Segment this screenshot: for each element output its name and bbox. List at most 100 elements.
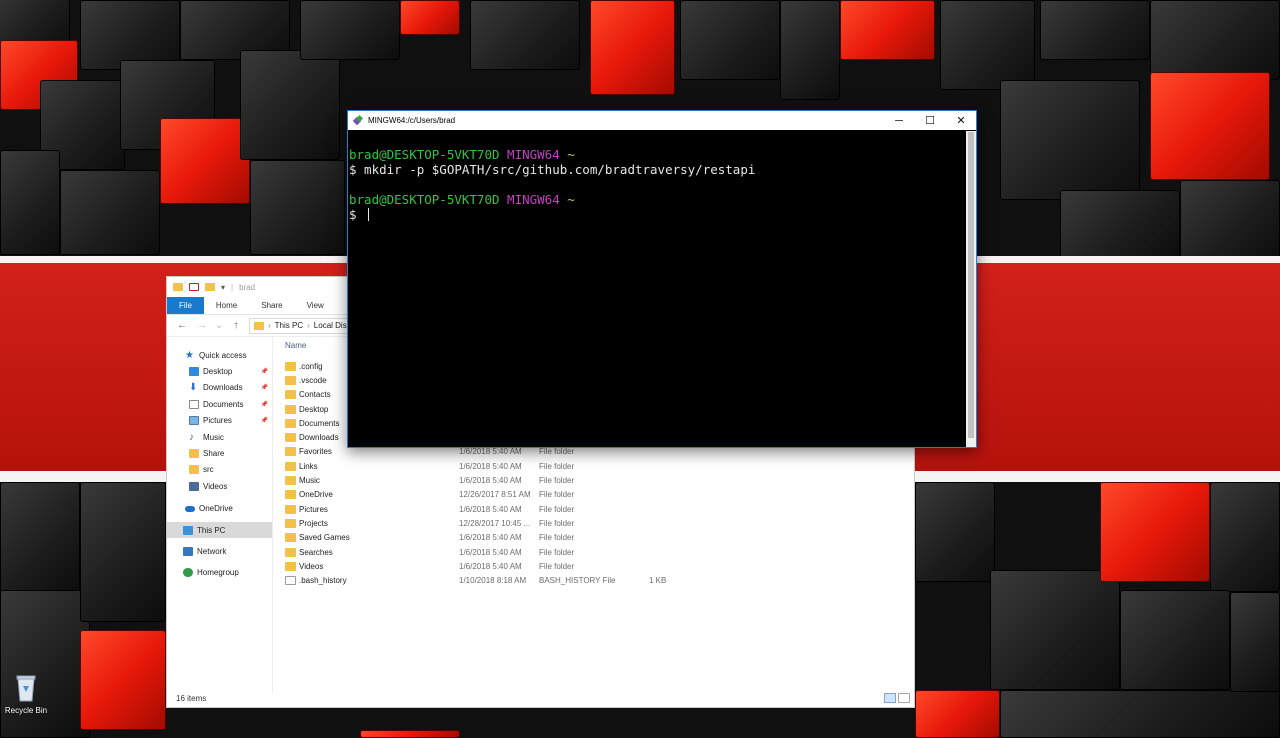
- file-name: Saved Games: [299, 533, 350, 543]
- sidebar-item-videos[interactable]: Videos: [167, 478, 272, 494]
- sidebar-item-homegroup[interactable]: Homegroup: [167, 565, 272, 581]
- file-date: 12/28/2017 10:45 ...: [459, 518, 531, 528]
- back-arrow-icon[interactable]: ←: [175, 320, 189, 331]
- file-date: 1/10/2018 8:18 AM: [459, 576, 527, 586]
- pc-icon: [183, 525, 193, 535]
- file-icon: [285, 576, 296, 586]
- sidebar-item-label: This PC: [197, 525, 226, 535]
- sidebar-item-desktop[interactable]: Desktop 📌: [167, 363, 272, 379]
- table-row[interactable]: .bash_history 1/10/2018 8:18 AM BASH_HISTO…: [273, 574, 914, 588]
- pin-icon: 📌: [260, 369, 268, 376]
- tab-home[interactable]: Home: [204, 297, 249, 314]
- status-bar: 16 items: [167, 689, 914, 707]
- large-icons-view-icon[interactable]: [898, 693, 910, 703]
- table-row[interactable]: Links 1/6/2018 5:40 AM File folder: [273, 459, 914, 473]
- file-date: 1/6/2018 5:40 AM: [459, 547, 522, 557]
- file-type: File folder: [539, 561, 575, 571]
- file-date: 1/6/2018 5:40 AM: [459, 461, 522, 471]
- table-row[interactable]: OneDrive 12/26/2017 8:51 AM File folder: [273, 488, 914, 502]
- sidebar-item-onedrive[interactable]: OneDrive: [167, 501, 272, 517]
- file-name: OneDrive: [299, 490, 333, 500]
- prompt-user: brad@DESKTOP-5VKT70D: [349, 147, 500, 162]
- column-header-name[interactable]: Name: [285, 341, 306, 350]
- table-row[interactable]: Videos 1/6/2018 5:40 AM File folder: [273, 559, 914, 573]
- close-icon[interactable]: ✕: [946, 111, 976, 130]
- homegroup-icon: [183, 568, 193, 578]
- forward-arrow-icon[interactable]: →: [195, 320, 209, 331]
- sidebar-item-share[interactable]: Share: [167, 445, 272, 461]
- folder-icon: [285, 547, 296, 557]
- terminal-titlebar[interactable]: MINGW64:/c/Users/brad ─ ☐ ✕: [348, 111, 976, 130]
- recycle-bin-icon: [15, 674, 37, 702]
- sidebar-item-music[interactable]: ♪ Music: [167, 429, 272, 445]
- details-view-icon[interactable]: [884, 693, 896, 703]
- recycle-bin-label: Recycle Bin: [4, 706, 48, 715]
- folder-icon: [189, 465, 199, 475]
- folder-icon: [285, 533, 296, 543]
- sidebar-item-quick-access[interactable]: ★ Quick access: [167, 347, 272, 363]
- text-cursor: [368, 208, 370, 221]
- command-line: $ mkdir -p $GOPATH/src/github.com/bradtr…: [349, 162, 756, 177]
- table-row[interactable]: Pictures 1/6/2018 5:40 AM File folder: [273, 502, 914, 516]
- folder-icon: [285, 404, 296, 414]
- table-row[interactable]: Saved Games 1/6/2018 5:40 AM File folder: [273, 531, 914, 545]
- videos-icon: [189, 481, 199, 491]
- file-date: 12/26/2017 8:51 AM: [459, 490, 531, 500]
- terminal-output[interactable]: brad@DESKTOP-5VKT70D MINGW64 ~ $ mkdir -p…: [348, 131, 966, 447]
- prompt-line: brad@DESKTOP-5VKT70D MINGW64 ~: [349, 147, 965, 162]
- folder-icon: [285, 418, 296, 428]
- recent-chevron-icon[interactable]: ⌄: [215, 320, 223, 331]
- sidebar-item-label: OneDrive: [199, 504, 233, 514]
- sidebar-item-label: Documents: [203, 399, 244, 409]
- navigation-pane: ★ Quick access Desktop 📌 ⬇ Downloads 📌 Document…: [167, 337, 273, 693]
- sidebar-item-label: Desktop: [203, 367, 233, 377]
- folder-icon: [285, 433, 296, 443]
- properties-icon[interactable]: [189, 283, 199, 291]
- file-name: .bash_history: [299, 576, 347, 586]
- sidebar-item-this-pc[interactable]: This PC: [167, 521, 272, 539]
- document-icon: [189, 399, 199, 409]
- sidebar-item-pictures[interactable]: Pictures 📌: [167, 413, 272, 429]
- mingw-app-icon: [354, 116, 364, 126]
- input-line[interactable]: $: [349, 207, 965, 222]
- sidebar-item-network[interactable]: Network: [167, 543, 272, 559]
- recycle-bin-shortcut[interactable]: Recycle Bin: [2, 674, 50, 715]
- command-prompt: $: [349, 207, 365, 222]
- file-date: 1/6/2018 5:40 AM: [459, 476, 522, 486]
- file-date: 1/6/2018 5:40 AM: [459, 504, 522, 514]
- sidebar-item-label: Pictures: [203, 416, 232, 426]
- qat-dropdown-icon[interactable]: ▾: [221, 283, 225, 292]
- tab-view[interactable]: View: [295, 297, 336, 314]
- file-type: File folder: [539, 533, 575, 543]
- onedrive-icon: [185, 505, 195, 512]
- tab-share[interactable]: Share: [249, 297, 294, 314]
- breadcrumb-this-pc[interactable]: This PC: [275, 321, 303, 330]
- pin-icon: 📌: [260, 401, 268, 408]
- scrollbar-thumb[interactable]: [968, 132, 974, 438]
- minimize-icon[interactable]: ─: [884, 111, 914, 130]
- prompt-env: MINGW64: [507, 192, 560, 207]
- file-name: Favorites: [299, 447, 332, 457]
- up-arrow-icon[interactable]: ↑: [229, 320, 243, 331]
- tab-file[interactable]: File: [167, 297, 204, 314]
- sidebar-item-documents[interactable]: Documents 📌: [167, 396, 272, 412]
- folder-icon: [254, 321, 264, 330]
- table-row[interactable]: Searches 1/6/2018 5:40 AM File folder: [273, 545, 914, 559]
- new-folder-icon[interactable]: [205, 283, 215, 291]
- maximize-icon[interactable]: ☐: [915, 111, 945, 130]
- folder-icon: [285, 561, 296, 571]
- terminal-scrollbar[interactable]: [966, 131, 976, 447]
- network-icon: [183, 546, 193, 556]
- mingw-terminal-window: MINGW64:/c/Users/brad ─ ☐ ✕ brad@DESKTOP…: [347, 110, 977, 448]
- star-icon: ★: [185, 349, 194, 361]
- file-type: File folder: [539, 490, 575, 500]
- sidebar-item-src[interactable]: src: [167, 462, 272, 478]
- file-name: Documents: [299, 418, 340, 428]
- file-name: Music: [299, 476, 320, 486]
- table-row[interactable]: Music 1/6/2018 5:40 AM File folder: [273, 473, 914, 487]
- sidebar-item-downloads[interactable]: ⬇ Downloads 📌: [167, 380, 272, 396]
- file-name: Projects: [299, 518, 328, 528]
- file-name: Links: [299, 461, 318, 471]
- table-row[interactable]: Projects 12/28/2017 10:45 ... File folder: [273, 516, 914, 530]
- folder-icon: [285, 461, 296, 471]
